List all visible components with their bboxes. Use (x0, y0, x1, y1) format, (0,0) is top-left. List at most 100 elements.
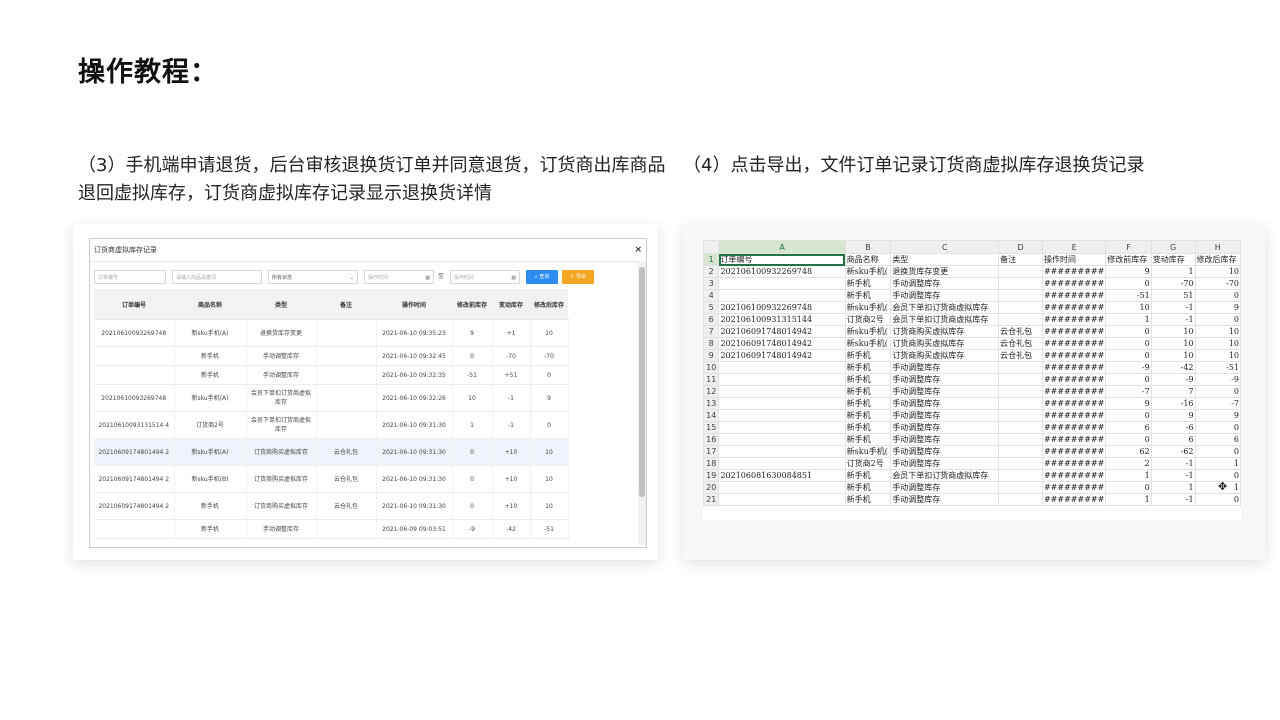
sheet-cell[interactable]: 新sku手机( (844, 337, 892, 350)
row-number[interactable]: 15 (702, 421, 720, 434)
sheet-cell[interactable]: -16 (1150, 397, 1196, 410)
sheet-cell[interactable]: 新手机 (844, 349, 892, 362)
sheet-cell[interactable] (998, 409, 1043, 422)
sheet-cell[interactable]: 云仓礼包 (998, 325, 1043, 338)
sheet-cell[interactable]: 会员下单扣订货商虚拟库存 (890, 313, 1000, 326)
sheet-cell[interactable]: 会员下单扣订货商虚拟库存 (890, 301, 1000, 314)
sheet-cell[interactable]: 0 (1194, 313, 1242, 326)
sheet-cell[interactable]: 0 (1105, 481, 1152, 494)
sheet-cell[interactable]: ######### (1041, 337, 1107, 350)
sheet-cell[interactable]: 订货商购买虚拟库存 (890, 337, 1000, 350)
sheet-cell[interactable]: 手动调整库存 (890, 385, 1000, 398)
sheet-cell[interactable] (998, 397, 1043, 410)
column-letter[interactable]: D (998, 240, 1043, 254)
export-button[interactable]: ⇪ 导出 (562, 270, 594, 284)
row-number[interactable]: 4 (702, 289, 720, 302)
sheet-cell[interactable]: 0 (1194, 421, 1242, 434)
sheet-cell[interactable]: 0 (1105, 277, 1152, 290)
sheet-cell[interactable] (998, 481, 1043, 494)
sheet-cell[interactable]: 1 (1105, 469, 1152, 482)
sheet-cell[interactable]: 51 (1150, 289, 1196, 302)
status-select[interactable]: 所有状态 ⌄ (268, 270, 358, 284)
sheet-cell[interactable]: 新sku手机( (844, 325, 892, 338)
sheet-cell[interactable] (998, 265, 1043, 278)
sheet-cell[interactable]: ######### (1041, 469, 1107, 482)
sheet-cell[interactable]: -9 (1105, 361, 1152, 374)
sheet-cell[interactable]: 0 (1105, 433, 1152, 446)
sheet-cell[interactable] (998, 421, 1043, 434)
sheet-cell[interactable]: 新sku手机( (844, 301, 892, 314)
sheet-cell[interactable] (718, 397, 846, 410)
product-keyword-input[interactable]: 请输入商品关键词 (172, 270, 262, 284)
sheet-cell[interactable]: ######### (1041, 277, 1107, 290)
row-number[interactable]: 9 (702, 349, 720, 362)
sheet-cell[interactable]: ######### (1041, 373, 1107, 386)
sheet-cell[interactable]: 新sku手机( (844, 445, 892, 458)
sheet-cell[interactable]: 新手机 (844, 493, 892, 506)
sheet-cell[interactable]: ######### (1041, 301, 1107, 314)
sheet-cell[interactable]: -51 (1105, 289, 1152, 302)
sheet-cell[interactable]: 10 (1194, 265, 1242, 278)
sheet-cell[interactable] (998, 457, 1043, 470)
row-number[interactable]: 8 (702, 337, 720, 350)
sheet-cell[interactable]: -9 (1194, 373, 1242, 386)
sheet-cell[interactable]: 9 (1194, 301, 1242, 314)
table-row[interactable]: 新手机 手动调整库存 2021-06-09 09:03:51 -9 -42 -51 (94, 519, 569, 539)
sheet-cell[interactable]: 订单编号 (718, 253, 846, 266)
sheet-cell[interactable]: -7 (1105, 385, 1152, 398)
table-row[interactable]: 新手机 手动调整库存 2021-06-10 09:32:35 -51 +51 0 (94, 365, 569, 385)
sheet-cell[interactable]: 手动调整库存 (890, 421, 1000, 434)
sheet-cell[interactable] (718, 421, 846, 434)
sheet-cell[interactable]: ######### (1041, 385, 1107, 398)
sheet-cell[interactable]: 6 (1194, 433, 1242, 446)
sheet-cell[interactable]: ######### (1041, 421, 1107, 434)
sheet-cell[interactable]: -1 (1150, 493, 1196, 506)
sheet-cell[interactable] (998, 361, 1043, 374)
scrollbar-thumb[interactable] (639, 267, 645, 497)
sheet-cell[interactable]: 修改前库存 (1105, 253, 1152, 266)
sheet-cell[interactable]: ######### (1041, 313, 1107, 326)
sheet-cell[interactable]: -51 (1194, 361, 1242, 374)
sheet-cell[interactable] (998, 433, 1043, 446)
sheet-cell[interactable]: 手动调整库存 (890, 361, 1000, 374)
column-letter[interactable]: A (718, 240, 846, 254)
table-row[interactable]: 新手机 手动调整库存 2021-06-10 09:32:45 0 -70 -70 (94, 346, 569, 366)
sheet-cell[interactable]: -9 (1150, 373, 1196, 386)
sheet-cell[interactable]: 10 (1150, 349, 1196, 362)
sheet-cell[interactable]: 1 (1105, 313, 1152, 326)
sheet-cell[interactable] (998, 385, 1043, 398)
sheet-cell[interactable]: 0 (1105, 337, 1152, 350)
table-row[interactable]: 20210610093269748 新sku手机(A) 退换货库存变更 2021-06… (94, 319, 569, 347)
row-number[interactable]: 11 (702, 373, 720, 386)
sheet-cell[interactable]: 10 (1105, 301, 1152, 314)
sheet-cell[interactable]: 退换货库存变更 (890, 265, 1000, 278)
sheet-cell[interactable]: 1 (1150, 481, 1196, 494)
sheet-cell[interactable]: 新手机 (844, 289, 892, 302)
sheet-cell[interactable] (718, 289, 846, 302)
sheet-cell[interactable]: 202106091748014942 (718, 349, 846, 362)
table-row[interactable]: 20210610093269748 新sku手机(A) 会员下单扣订货商虚拟库存 20… (94, 384, 569, 412)
row-number[interactable]: 14 (702, 409, 720, 422)
row-number[interactable]: 17 (702, 445, 720, 458)
row-number[interactable]: 21 (702, 493, 720, 506)
sheet-cell[interactable]: ######### (1041, 397, 1107, 410)
sheet-cell[interactable]: 202106091748014942 (718, 337, 846, 350)
sheet-cell[interactable]: -1 (1150, 313, 1196, 326)
sheet-cell[interactable]: 202106091748014942 (718, 325, 846, 338)
sheet-cell[interactable]: ######### (1041, 349, 1107, 362)
sheet-cell[interactable]: 0 (1194, 385, 1242, 398)
sheet-cell[interactable]: 新手机 (844, 373, 892, 386)
sheet-cell[interactable] (998, 301, 1043, 314)
sheet-cell[interactable] (998, 493, 1043, 506)
row-number[interactable]: 18 (702, 457, 720, 470)
sheet-cell[interactable]: 新手机 (844, 409, 892, 422)
sheet-cell[interactable]: ######### (1041, 457, 1107, 470)
query-button[interactable]: ⌕ 查询 (526, 270, 558, 284)
sheet-cell[interactable] (998, 277, 1043, 290)
sheet-cell[interactable]: 1 (1194, 457, 1242, 470)
sheet-cell[interactable]: 订货商2号 (844, 457, 892, 470)
sheet-cell[interactable]: -70 (1150, 277, 1196, 290)
sheet-cell[interactable]: 订货商2号 (844, 313, 892, 326)
row-number[interactable]: 20 (702, 481, 720, 494)
sheet-cell[interactable]: ######### (1041, 289, 1107, 302)
